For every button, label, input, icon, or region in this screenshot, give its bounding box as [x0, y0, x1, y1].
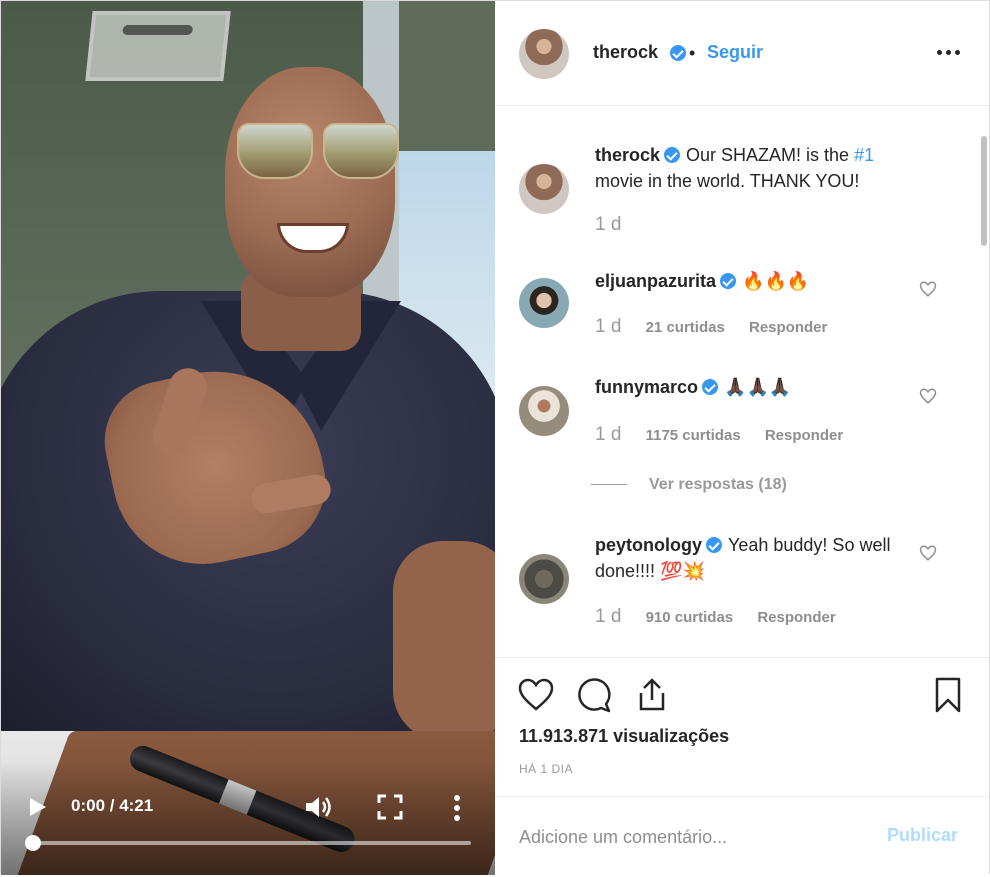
follow-button[interactable]: Seguir [707, 42, 763, 63]
comment-input[interactable] [517, 821, 861, 853]
publish-button[interactable]: Publicar [887, 825, 958, 846]
fullscreen-icon[interactable] [377, 794, 403, 820]
comment-username[interactable]: eljuanpazurita [595, 271, 716, 291]
caption: therock Our SHAZAM! is the #1 movie in th… [595, 142, 925, 194]
avatar[interactable] [519, 386, 569, 436]
view-replies-label: Ver respostas (18) [649, 476, 787, 493]
lens-left [237, 123, 313, 179]
ceiling-vent [85, 11, 231, 81]
video-head [225, 67, 395, 297]
heart-icon[interactable] [919, 280, 937, 298]
video-scrubber[interactable] [25, 835, 41, 851]
comment-text: 🙏🏿🙏🏿🙏🏿 [724, 377, 792, 397]
view-replies-button[interactable]: Ver respostas (18) [591, 476, 787, 494]
post-details-panel: therock • Seguir therock Our SHAZAM! is t… [495, 1, 989, 875]
post-time[interactable]: HÁ 1 DIA [519, 762, 573, 776]
verified-badge-icon [664, 147, 681, 163]
comments-list[interactable]: therock Our SHAZAM! is the #1 movie in th… [495, 106, 989, 656]
comment-age: 1 d [595, 316, 622, 337]
comment-meta: 1 d 21 curtidas Responder [595, 316, 827, 338]
heart-icon[interactable] [919, 544, 937, 562]
avatar[interactable] [519, 554, 569, 604]
comment: funnymarco 🙏🏿🙏🏿🙏🏿 [595, 374, 925, 400]
bookmark-icon[interactable] [929, 676, 967, 714]
caption-hashtag[interactable]: #1 [854, 145, 874, 165]
video-arm-right [393, 541, 495, 741]
comment-username[interactable]: funnymarco [595, 377, 698, 397]
comment-likes[interactable]: 910 curtidas [646, 609, 734, 626]
add-comment-bar: Publicar [495, 796, 989, 877]
comment-likes[interactable]: 1175 curtidas [646, 427, 741, 444]
view-replies-line [591, 484, 627, 486]
comment-text: 🔥🔥🔥 [742, 271, 810, 291]
more-horizontal-icon[interactable] [935, 45, 963, 59]
comment: eljuanpazurita 🔥🔥🔥 [595, 268, 925, 294]
header-username[interactable]: therock [593, 42, 658, 63]
video-background [399, 1, 495, 151]
verified-badge-icon [720, 273, 737, 289]
video-progress-bar[interactable] [31, 841, 471, 845]
comment-meta: 1 d 910 curtidas Responder [595, 606, 836, 628]
caption-username[interactable]: therock [595, 145, 660, 165]
comment: peytonology Yeah buddy! So well done!!!! … [595, 532, 895, 584]
caption-text-2: movie in the world. THANK YOU! [595, 171, 860, 191]
comments-scrollbar[interactable] [981, 136, 987, 246]
verified-badge-icon [670, 45, 686, 61]
avatar[interactable] [519, 164, 569, 214]
verified-badge-icon [702, 379, 719, 395]
reply-button[interactable]: Responder [749, 319, 827, 336]
avatar[interactable] [519, 278, 569, 328]
comment-icon[interactable] [575, 676, 613, 714]
video-time: 0:00 / 4:21 [71, 796, 154, 815]
share-icon[interactable] [633, 676, 671, 714]
verified-badge-icon [706, 537, 722, 553]
volume-icon[interactable] [303, 793, 333, 821]
comment-age: 1 d [595, 424, 622, 445]
more-vertical-icon[interactable] [449, 793, 465, 823]
header-separator: • [689, 43, 696, 63]
heart-icon[interactable] [919, 387, 937, 405]
video-player[interactable]: 0:00 / 4:21 [1, 1, 495, 875]
heart-icon[interactable] [517, 676, 555, 714]
caption-age: 1 d [595, 214, 622, 235]
caption-text-1: Our SHAZAM! is the [686, 145, 855, 165]
comment-username[interactable]: peytonology [595, 535, 702, 555]
video-sunglasses [237, 123, 399, 179]
post-modal: 0:00 / 4:21 therock • Seguir therock Our… [0, 0, 990, 875]
play-icon[interactable] [25, 795, 49, 819]
post-header: therock • Seguir [495, 1, 989, 106]
video-controls: 0:00 / 4:21 [1, 785, 495, 835]
comment-meta: 1 d 1175 curtidas Responder [595, 424, 843, 446]
reply-button[interactable]: Responder [765, 427, 843, 444]
view-count[interactable]: 11.913.871 visualizações [519, 726, 729, 747]
lens-right [323, 123, 399, 179]
reply-button[interactable]: Responder [757, 609, 835, 626]
avatar[interactable] [519, 29, 569, 79]
comment-likes[interactable]: 21 curtidas [646, 319, 725, 336]
post-actions: 11.913.871 visualizações HÁ 1 DIA Public… [495, 657, 989, 876]
comment-age: 1 d [595, 606, 622, 627]
caption-meta: 1 d [595, 214, 621, 236]
